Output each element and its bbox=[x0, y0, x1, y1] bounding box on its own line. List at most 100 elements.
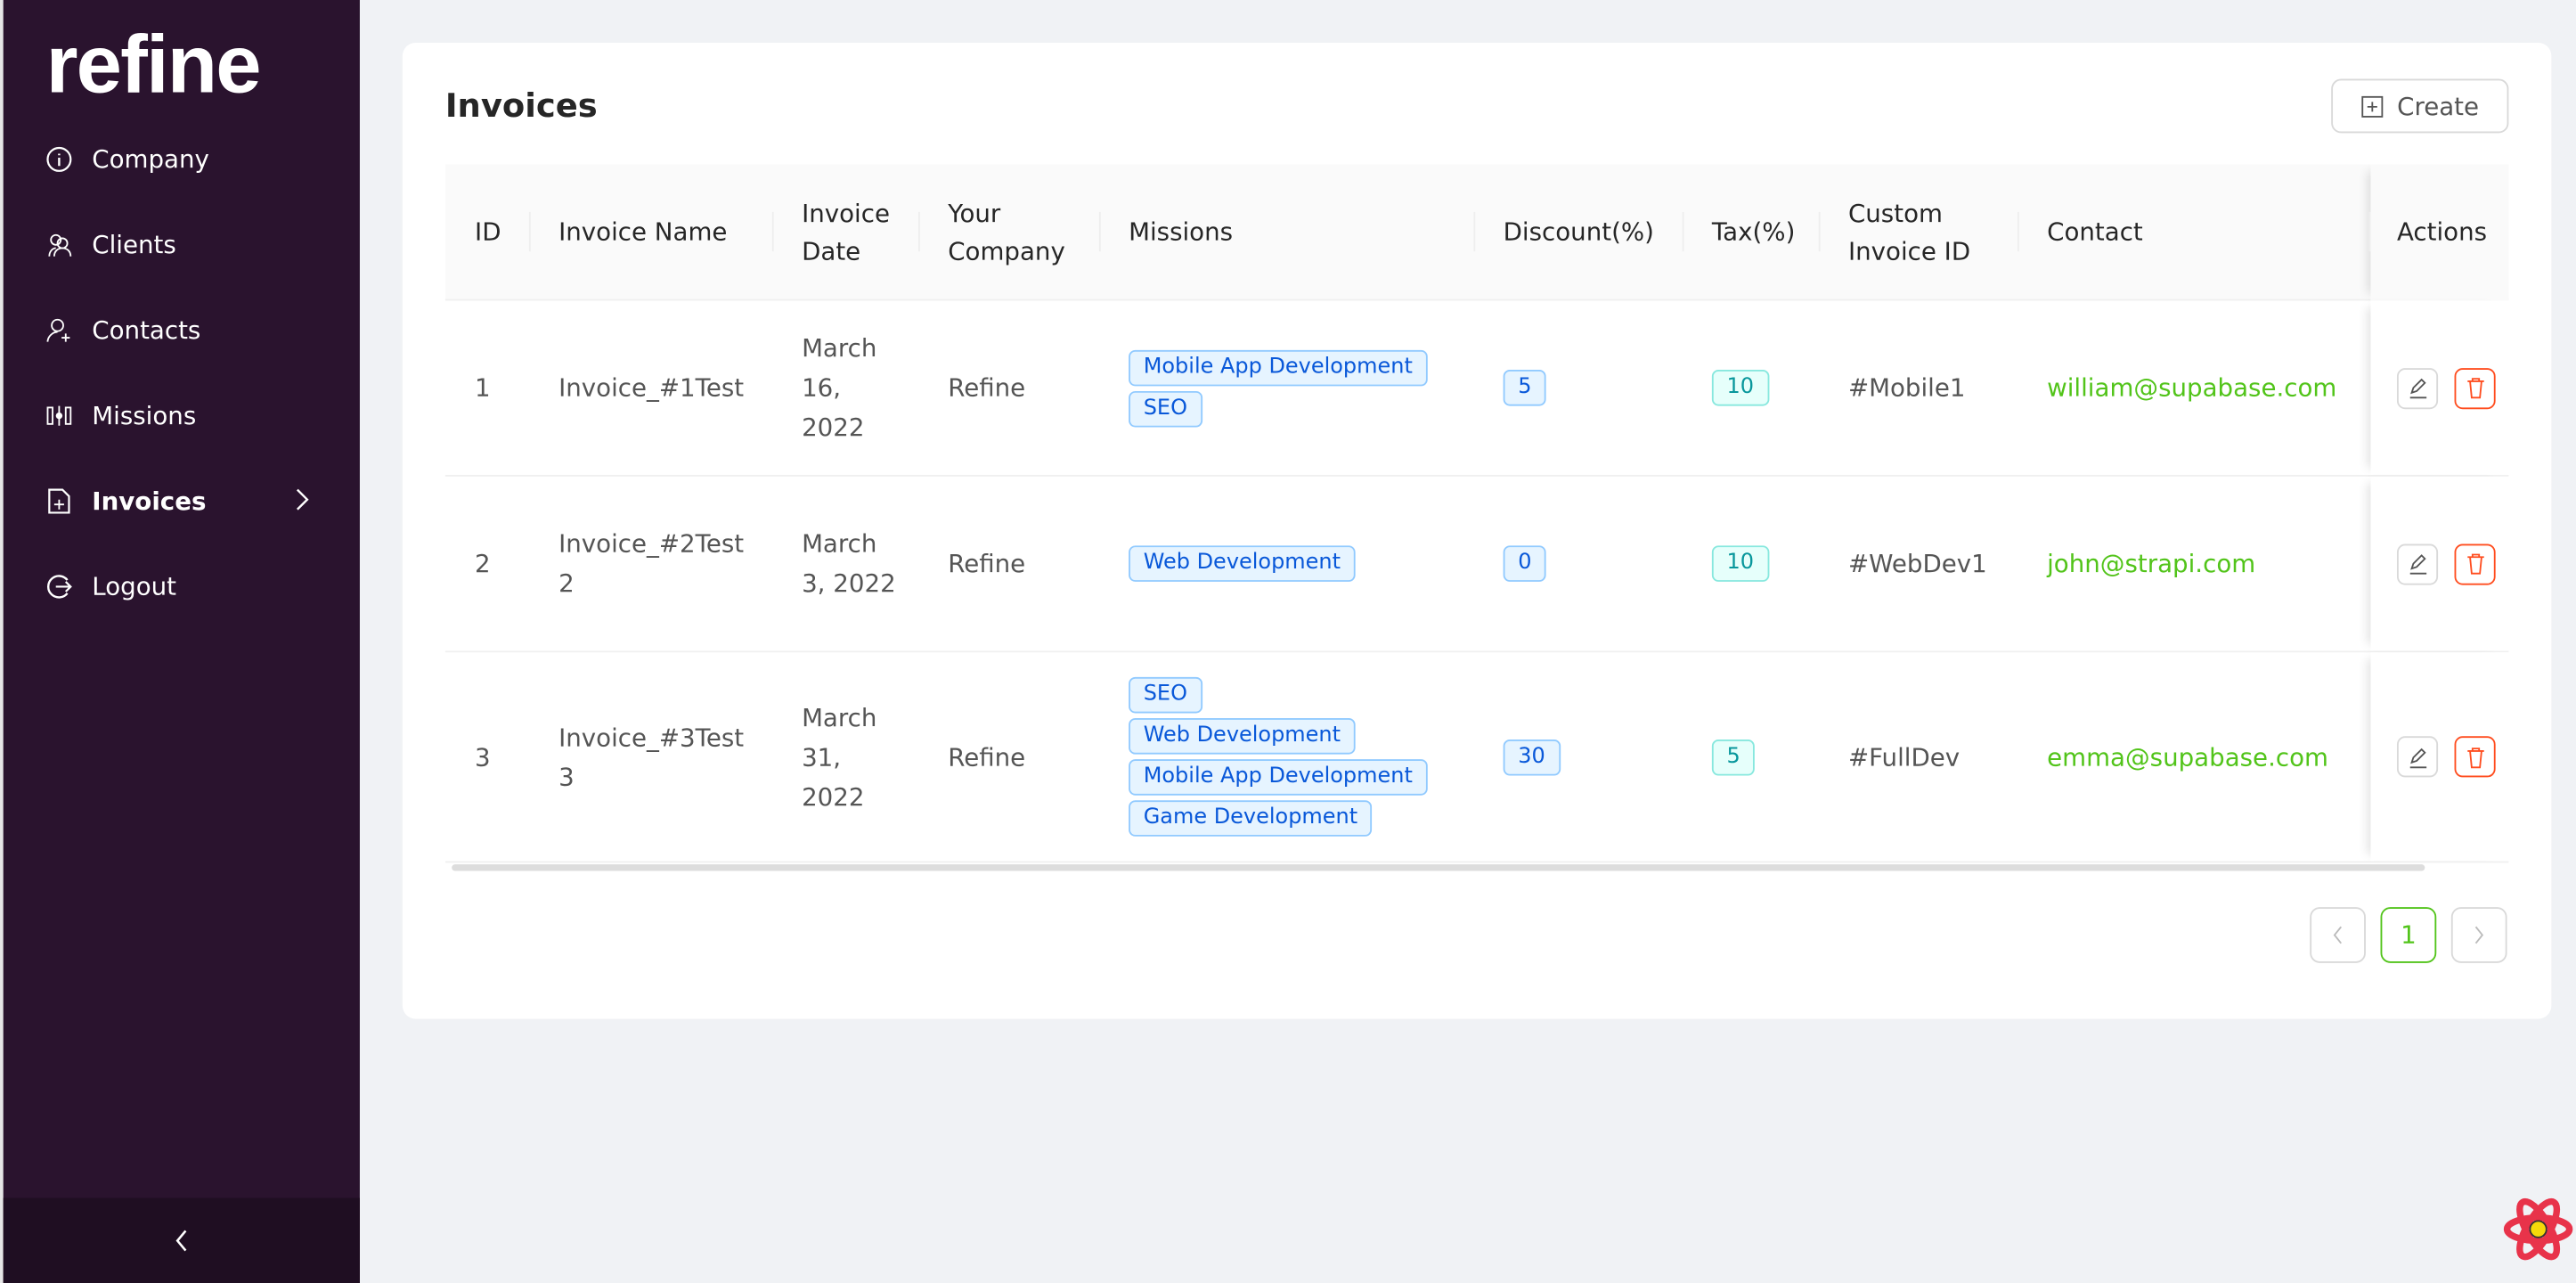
discount-tag: 30 bbox=[1503, 739, 1561, 775]
file-add-icon bbox=[48, 488, 70, 514]
cell-custom-invoice-id: #WebDev1 bbox=[1847, 549, 1987, 579]
user-add-icon bbox=[46, 318, 70, 342]
edit-button[interactable] bbox=[2396, 367, 2439, 409]
cell-invoice-name: Invoice_#1Test bbox=[558, 372, 745, 403]
column-header: Your Company bbox=[948, 198, 1065, 266]
table-row: 2 Invoice_#2Test 2 March 3, 2022 Refine Web … bbox=[444, 476, 2509, 653]
delete-icon bbox=[2466, 553, 2483, 575]
tax-tag: 5 bbox=[1711, 739, 1756, 775]
react-devtools-icon[interactable] bbox=[2502, 1195, 2574, 1263]
delete-icon bbox=[2466, 747, 2483, 768]
column-divider bbox=[1098, 211, 1101, 252]
sliders-icon bbox=[46, 405, 72, 426]
column-divider bbox=[1818, 211, 1821, 252]
sidebar-item-logout[interactable]: Logout bbox=[46, 562, 342, 611]
table-row: 3 Invoice_#3Test 3 March 31, 2022 Refine SEO… bbox=[444, 652, 2509, 863]
actions-cell bbox=[2370, 652, 2509, 862]
collapse-sidebar-button[interactable] bbox=[3, 1197, 360, 1283]
column-header: Tax(%) bbox=[1711, 217, 1796, 247]
column-divider bbox=[1473, 211, 1476, 252]
pagination-page-1[interactable]: 1 bbox=[2380, 907, 2437, 963]
mission-tag: Game Development bbox=[1129, 800, 1373, 837]
contact-email-link[interactable]: emma@supabase.com bbox=[2047, 737, 2328, 776]
page-title: Invoices bbox=[444, 85, 598, 126]
cell-invoice-name: Invoice_#3Test 3 bbox=[558, 722, 745, 792]
cell-custom-invoice-id: #Mobile1 bbox=[1847, 372, 1966, 403]
sidebar-item-label: Company bbox=[92, 144, 209, 175]
tax-tag: 10 bbox=[1711, 369, 1769, 406]
delete-button[interactable] bbox=[2454, 367, 2496, 409]
cell-invoice-date: March 31, 2022 bbox=[802, 702, 877, 812]
cell-company: Refine bbox=[948, 741, 1026, 772]
actions-cell bbox=[2370, 476, 2509, 651]
sidebar-item-missions[interactable]: Missions bbox=[46, 391, 342, 440]
contact-email-link[interactable]: william@supabase.com bbox=[2047, 368, 2336, 407]
pagination-prev-button[interactable] bbox=[2310, 907, 2366, 963]
actions-header-cell: Actions bbox=[2368, 164, 2509, 301]
cell-invoice-name: Invoice_#2Test 2 bbox=[558, 528, 745, 599]
sidebar-item-label: Contacts bbox=[92, 315, 201, 346]
pagination-next-button[interactable] bbox=[2450, 907, 2507, 963]
info-circle-icon bbox=[46, 146, 72, 172]
sidebar-item-label: Clients bbox=[92, 230, 176, 260]
sidebar-item-company[interactable]: Company bbox=[46, 135, 342, 184]
mission-tag: SEO bbox=[1129, 676, 1202, 714]
invoices-card: Invoices Create ID Invoice Name Invoice Da… bbox=[402, 42, 2552, 1019]
logout-icon bbox=[47, 575, 72, 599]
cell-invoice-date: March 3, 2022 bbox=[802, 528, 896, 599]
sidebar-item-clients[interactable]: Clients bbox=[46, 220, 342, 269]
cell-custom-invoice-id: #FullDev bbox=[1847, 741, 1961, 772]
horizontal-scrollbar[interactable] bbox=[452, 864, 2425, 871]
chevron-right-icon bbox=[296, 488, 309, 511]
sidebar-item-contacts[interactable]: Contacts bbox=[46, 306, 342, 355]
delete-button[interactable] bbox=[2454, 736, 2496, 778]
mission-tag: Mobile App Development bbox=[1129, 348, 1428, 386]
delete-button[interactable] bbox=[2454, 543, 2496, 584]
mission-tag: Mobile App Development bbox=[1129, 759, 1428, 796]
chevron-left-icon bbox=[2333, 926, 2342, 944]
mission-tag: SEO bbox=[1129, 390, 1202, 427]
mission-tag: Web Development bbox=[1129, 545, 1356, 582]
table-header: ID Invoice Name Invoice Date Your Company Mi… bbox=[444, 164, 2509, 301]
edit-button[interactable] bbox=[2396, 543, 2439, 584]
cell-company: Refine bbox=[948, 372, 1026, 403]
sidebar: refine Company Clients Contacts Missions Inv… bbox=[0, 0, 360, 1283]
plus-square-icon bbox=[2361, 94, 2384, 117]
chevron-right-icon bbox=[2474, 926, 2484, 944]
tax-tag: 10 bbox=[1711, 545, 1769, 582]
column-divider bbox=[918, 211, 920, 252]
column-header: Discount(%) bbox=[1503, 217, 1654, 247]
create-button[interactable]: Create bbox=[2331, 78, 2509, 134]
actions-cell bbox=[2370, 300, 2509, 476]
edit-icon bbox=[2409, 378, 2426, 399]
chevron-left-icon bbox=[175, 1230, 186, 1252]
cell-company: Refine bbox=[948, 549, 1026, 579]
sidebar-item-label: Logout bbox=[92, 571, 177, 602]
column-header: Invoice Date bbox=[802, 198, 891, 266]
edit-icon bbox=[2409, 747, 2426, 768]
column-header: Missions bbox=[1129, 217, 1234, 247]
cell-id: 2 bbox=[475, 549, 491, 579]
mission-tag: Web Development bbox=[1129, 718, 1356, 755]
sidebar-item-label: Missions bbox=[92, 401, 197, 431]
discount-tag: 5 bbox=[1503, 369, 1547, 406]
edit-button[interactable] bbox=[2396, 736, 2439, 778]
cell-id: 1 bbox=[475, 372, 491, 403]
refine-logo[interactable]: refine bbox=[46, 23, 262, 105]
column-divider bbox=[771, 211, 774, 252]
column-header: Contact bbox=[2047, 217, 2143, 247]
sidebar-item-invoices[interactable]: Invoices bbox=[46, 477, 342, 526]
delete-icon bbox=[2466, 378, 2483, 399]
team-icon bbox=[48, 233, 72, 257]
column-divider bbox=[2017, 211, 2019, 252]
column-header: Custom Invoice ID bbox=[1847, 198, 1971, 266]
contact-email-link[interactable]: john@strapi.com bbox=[2047, 543, 2255, 583]
create-label: Create bbox=[2397, 91, 2480, 121]
table-row: 1 Invoice_#1Test March 16, 2022 Refine Mobil… bbox=[444, 300, 2509, 477]
invoices-table: ID Invoice Name Invoice Date Your Company Mi… bbox=[444, 164, 2509, 877]
cell-id: 3 bbox=[475, 741, 491, 772]
column-header: ID bbox=[475, 217, 501, 247]
cell-invoice-date: March 16, 2022 bbox=[802, 333, 877, 443]
column-header: Actions bbox=[2396, 217, 2488, 247]
discount-tag: 0 bbox=[1503, 545, 1547, 582]
